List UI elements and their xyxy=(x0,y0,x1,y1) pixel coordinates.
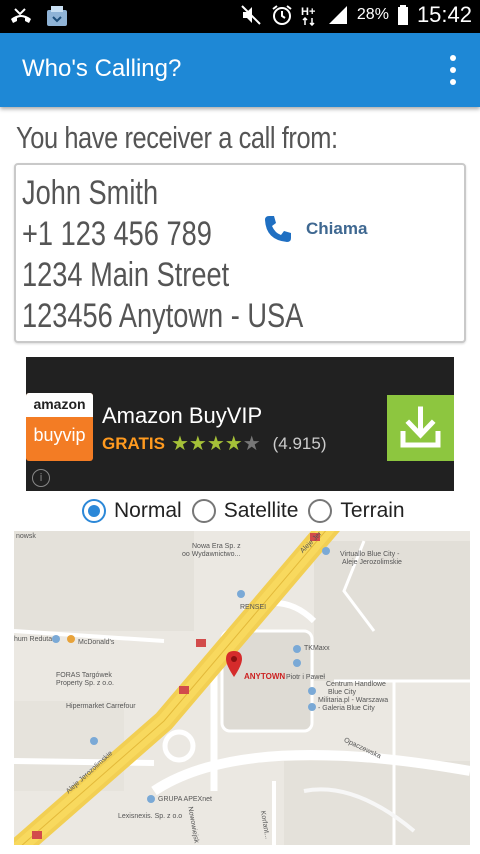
ad-subline: GRATIS ★★★★★ (4.915) xyxy=(102,431,327,456)
signal-icon xyxy=(328,6,347,24)
phone-icon xyxy=(265,216,291,242)
battery-icon xyxy=(397,5,408,25)
radio-normal-label[interactable]: Normal xyxy=(114,499,182,523)
radio-satellite-label[interactable]: Satellite xyxy=(224,499,299,523)
overflow-menu-icon[interactable] xyxy=(446,55,460,85)
caller-city: 123456 Anytown - USA xyxy=(22,297,304,335)
radio-satellite[interactable]: Satellite xyxy=(191,499,299,523)
map-view[interactable]: nowsk Nowa Era Sp. z oo Wydawnictwo... A… xyxy=(14,531,470,845)
network-hplus-icon: H+ xyxy=(301,6,315,26)
ad-info-icon[interactable]: i xyxy=(32,469,50,487)
map-label: - Galeria Blue City xyxy=(318,705,375,712)
map-label: Centrum Handlowe xyxy=(326,681,386,688)
map-label: nowsk xyxy=(16,533,36,540)
map-label: Hipermarket Carrefour xyxy=(66,703,136,710)
radio-normal-circle[interactable] xyxy=(82,499,106,523)
map-label-anytown: ANYTOWN xyxy=(244,672,286,681)
map-type-selector: Normal Satellite Terrain xyxy=(82,499,415,523)
ad-banner[interactable]: amazon buyvip Amazon BuyVIP GRATIS ★★★★★… xyxy=(26,357,454,491)
clock: 15:42 xyxy=(416,2,472,27)
map-label: Property Sp. z o.o. xyxy=(56,680,114,687)
app-bar: Who's Calling? xyxy=(0,33,480,107)
app-title: Who's Calling? xyxy=(22,55,182,82)
map-label: Nowa Era Sp. z xyxy=(192,543,241,550)
alarm-icon xyxy=(272,5,292,25)
radio-terrain-circle[interactable] xyxy=(308,499,333,523)
map-label: Blue City xyxy=(328,689,357,696)
caller-name: John Smith xyxy=(22,174,159,212)
svg-text:H+: H+ xyxy=(301,6,315,18)
ad-price: GRATIS xyxy=(102,433,165,453)
map-label: GRUPA APEXnet xyxy=(158,796,212,803)
amazon-buyvip-logo[interactable]: amazon buyvip xyxy=(26,393,93,461)
map-label: FORAS Targówek xyxy=(56,672,112,679)
map-label: oo Wydawnictwo... xyxy=(182,551,241,558)
map-label: TKMaxx xyxy=(304,645,330,652)
battery-percent: 28% xyxy=(356,6,389,23)
radio-terrain-label[interactable]: Terrain xyxy=(340,499,404,523)
map-label: hum Reduta xyxy=(14,636,53,643)
map-label: Piotr i Paweł xyxy=(286,674,325,681)
rating-stars: ★★★★★ xyxy=(170,433,261,455)
download-button[interactable] xyxy=(387,395,454,461)
missed-call-icon xyxy=(11,8,31,23)
download-icon xyxy=(400,406,441,448)
app-notification-icon xyxy=(47,6,67,26)
logo-bottom-text: buyvip xyxy=(33,425,86,445)
map-tiles xyxy=(14,531,470,845)
caller-street: 1234 Main Street xyxy=(22,256,230,294)
map-label: Virtuallo Blue City - xyxy=(340,551,400,558)
caller-card: John Smith +1 123 456 789 1234 Main Stre… xyxy=(14,163,466,343)
mute-icon xyxy=(241,5,261,25)
map-label: Militaria.pl - Warszawa xyxy=(318,697,389,704)
call-button[interactable]: Chiama xyxy=(262,213,367,245)
map-label: McDonald's xyxy=(78,639,115,646)
rating-count: (4.915) xyxy=(272,433,327,453)
ad-app-name[interactable]: Amazon BuyVIP xyxy=(102,403,262,429)
call-button-label: Chiama xyxy=(306,219,368,238)
map-label: Aleje Jerozolimskie xyxy=(342,559,402,566)
radio-satellite-circle[interactable] xyxy=(191,499,216,523)
status-bar: H+ 28% 15:42 xyxy=(0,0,480,33)
map-label: RENSEI xyxy=(240,604,267,611)
radio-normal[interactable]: Normal xyxy=(82,499,182,523)
logo-top-text: amazon xyxy=(26,393,93,417)
call-heading: You have receiver a call from: xyxy=(16,120,338,155)
radio-terrain[interactable]: Terrain xyxy=(308,499,405,523)
map-label: Lexisnexis. Sp. z o.o xyxy=(118,813,183,820)
